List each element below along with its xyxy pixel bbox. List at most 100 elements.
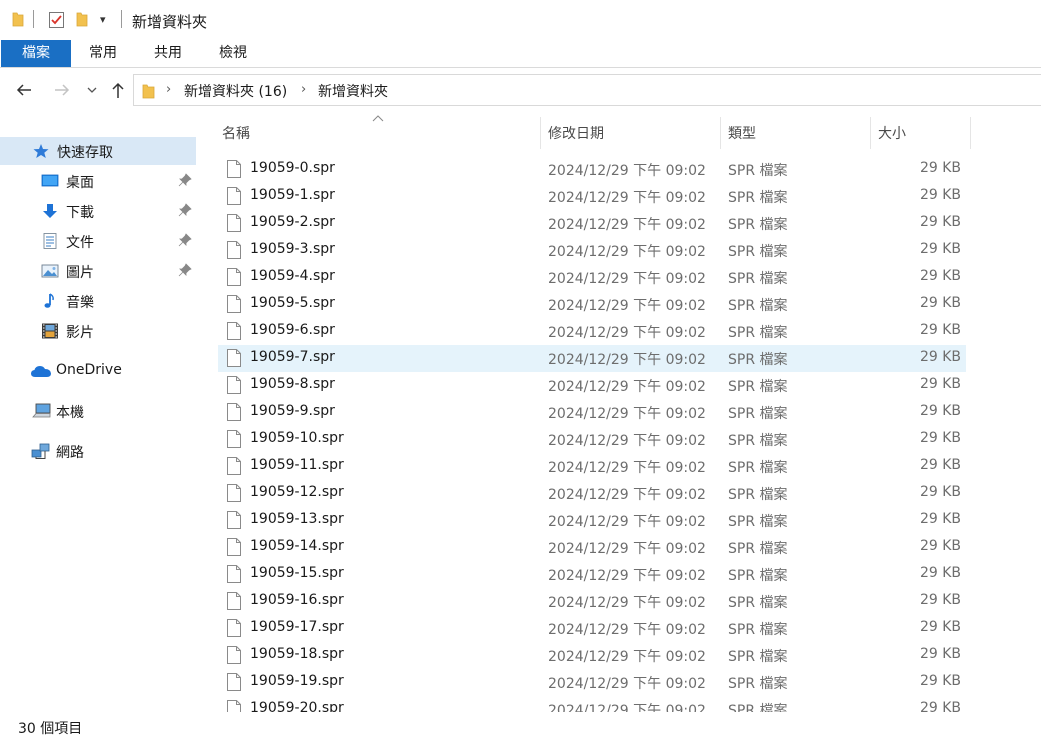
- file-icon: [227, 457, 241, 475]
- pin-icon[interactable]: [178, 203, 192, 217]
- file-date: 2024/12/29 下午 09:02: [548, 595, 706, 611]
- file-row[interactable]: 19059-20.spr 2024/12/29 下午 09:02 SPR 檔案 29 …: [218, 696, 966, 712]
- file-row[interactable]: 19059-18.spr 2024/12/29 下午 09:02 SPR 檔案 29 …: [218, 642, 966, 669]
- tab-share[interactable]: 共用: [147, 40, 189, 67]
- file-name: 19059-2.spr: [250, 214, 335, 230]
- file-type: SPR 檔案: [728, 541, 788, 557]
- file-row[interactable]: 19059-8.spr 2024/12/29 下午 09:02 SPR 檔案 29 K…: [218, 372, 966, 399]
- file-name: 19059-6.spr: [250, 322, 335, 338]
- up-arrow-icon[interactable]: [108, 80, 128, 100]
- column-divider[interactable]: [970, 117, 971, 149]
- sidebar-item-quick-access[interactable]: 快速存取: [0, 137, 196, 165]
- file-date: 2024/12/29 下午 09:02: [548, 514, 706, 530]
- column-header-size[interactable]: 大小: [878, 117, 970, 149]
- column-header-type[interactable]: 類型: [728, 117, 870, 149]
- tab-file[interactable]: 檔案: [1, 40, 71, 67]
- properties-icon[interactable]: [48, 10, 65, 29]
- file-date: 2024/12/29 下午 09:02: [548, 676, 706, 692]
- tab-view[interactable]: 檢視: [212, 40, 254, 67]
- file-type: SPR 檔案: [728, 649, 788, 665]
- recent-locations-chevron-icon[interactable]: [85, 80, 99, 100]
- file-size: 29 KB: [919, 619, 961, 635]
- file-name: 19059-14.spr: [250, 538, 344, 554]
- desktop-icon: [41, 174, 59, 187]
- file-row[interactable]: 19059-10.spr 2024/12/29 下午 09:02 SPR 檔案 29 …: [218, 426, 966, 453]
- file-name: 19059-20.spr: [250, 700, 344, 712]
- back-arrow-icon[interactable]: [14, 80, 34, 100]
- file-date: 2024/12/29 下午 09:02: [548, 487, 706, 503]
- pin-icon[interactable]: [178, 173, 192, 187]
- pin-icon[interactable]: [178, 263, 192, 277]
- sidebar-item-this-pc[interactable]: 本機: [0, 397, 196, 425]
- file-row[interactable]: 19059-15.spr 2024/12/29 下午 09:02 SPR 檔案 29 …: [218, 561, 966, 588]
- file-name: 19059-16.spr: [250, 592, 344, 608]
- pin-icon[interactable]: [178, 233, 192, 247]
- file-row[interactable]: 19059-5.spr 2024/12/29 下午 09:02 SPR 檔案 29 K…: [218, 291, 966, 318]
- file-row[interactable]: 19059-0.spr 2024/12/29 下午 09:02 SPR 檔案 29 K…: [218, 156, 966, 183]
- window-title: 新增資料夾: [132, 13, 208, 31]
- file-row[interactable]: 19059-19.spr 2024/12/29 下午 09:02 SPR 檔案 29 …: [218, 669, 966, 696]
- file-row[interactable]: 19059-6.spr 2024/12/29 下午 09:02 SPR 檔案 29 K…: [218, 318, 966, 345]
- file-type: SPR 檔案: [728, 244, 788, 260]
- file-row[interactable]: 19059-7.spr 2024/12/29 下午 09:02 SPR 檔案 29 K…: [218, 345, 966, 372]
- column-header-name[interactable]: 名稱: [222, 117, 540, 149]
- file-row[interactable]: 19059-3.spr 2024/12/29 下午 09:02 SPR 檔案 29 K…: [218, 237, 966, 264]
- file-size: 29 KB: [919, 268, 961, 284]
- file-row[interactable]: 19059-16.spr 2024/12/29 下午 09:02 SPR 檔案 29 …: [218, 588, 966, 615]
- file-row[interactable]: 19059-1.spr 2024/12/29 下午 09:02 SPR 檔案 29 K…: [218, 183, 966, 210]
- file-date: 2024/12/29 下午 09:02: [548, 649, 706, 665]
- sidebar-item-music[interactable]: 音樂: [0, 287, 196, 315]
- breadcrumb-chevron-icon[interactable]: ›: [166, 82, 171, 97]
- file-size: 29 KB: [919, 457, 961, 473]
- file-row[interactable]: 19059-11.spr 2024/12/29 下午 09:02 SPR 檔案 29 …: [218, 453, 966, 480]
- sidebar-item-documents[interactable]: 文件: [0, 227, 196, 255]
- file-type: SPR 檔案: [728, 514, 788, 530]
- sidebar-item-videos[interactable]: 影片: [0, 317, 196, 345]
- sidebar-item-network[interactable]: 網路: [0, 437, 196, 465]
- file-row[interactable]: 19059-13.spr 2024/12/29 下午 09:02 SPR 檔案 29 …: [218, 507, 966, 534]
- breadcrumb-chevron-icon[interactable]: ›: [301, 82, 306, 97]
- breadcrumb-item[interactable]: 新增資料夾 (16): [184, 81, 287, 101]
- file-icon: [227, 619, 241, 637]
- file-row[interactable]: 19059-4.spr 2024/12/29 下午 09:02 SPR 檔案 29 K…: [218, 264, 966, 291]
- file-row[interactable]: 19059-9.spr 2024/12/29 下午 09:02 SPR 檔案 29 K…: [218, 399, 966, 426]
- column-divider[interactable]: [870, 117, 871, 149]
- file-row[interactable]: 19059-14.spr 2024/12/29 下午 09:02 SPR 檔案 29 …: [218, 534, 966, 561]
- file-name: 19059-18.spr: [250, 646, 344, 662]
- navigation-bar: › 新增資料夾 (16) › 新增資料夾: [0, 68, 1041, 112]
- sidebar-item-pictures[interactable]: 圖片: [0, 257, 196, 285]
- sidebar-item-downloads[interactable]: 下載: [0, 197, 196, 225]
- new-folder-icon[interactable]: [76, 11, 88, 27]
- file-size: 29 KB: [919, 349, 961, 365]
- sidebar-item-label: 音樂: [66, 295, 94, 311]
- tab-home[interactable]: 常用: [82, 40, 124, 67]
- navigation-pane: 快速存取 桌面 下載 文件 圖片 音樂 影片 OneDrive 本機 網路: [0, 112, 200, 712]
- sidebar-item-onedrive[interactable]: OneDrive: [0, 357, 196, 385]
- file-size: 29 KB: [919, 214, 961, 230]
- file-row[interactable]: 19059-17.spr 2024/12/29 下午 09:02 SPR 檔案 29 …: [218, 615, 966, 642]
- file-date: 2024/12/29 下午 09:02: [548, 325, 706, 341]
- forward-arrow-icon[interactable]: [52, 80, 72, 100]
- file-type: SPR 檔案: [728, 460, 788, 476]
- sidebar-item-desktop[interactable]: 桌面: [0, 167, 196, 195]
- file-row[interactable]: 19059-12.spr 2024/12/29 下午 09:02 SPR 檔案 29 …: [218, 480, 966, 507]
- file-date: 2024/12/29 下午 09:02: [548, 217, 706, 233]
- file-icon: [227, 241, 241, 259]
- file-name: 19059-7.spr: [250, 349, 335, 365]
- file-size: 29 KB: [919, 673, 961, 689]
- address-bar[interactable]: › 新增資料夾 (16) › 新增資料夾: [133, 74, 1041, 106]
- column-divider[interactable]: [720, 117, 721, 149]
- file-date: 2024/12/29 下午 09:02: [548, 703, 706, 712]
- file-row[interactable]: 19059-2.spr 2024/12/29 下午 09:02 SPR 檔案 29 K…: [218, 210, 966, 237]
- breadcrumb-item[interactable]: 新增資料夾: [318, 81, 388, 101]
- customize-quick-access-dropdown-icon[interactable]: ▾: [100, 13, 106, 26]
- column-divider[interactable]: [540, 117, 541, 149]
- cloud-icon: [31, 366, 51, 377]
- column-header-date[interactable]: 修改日期: [548, 117, 720, 149]
- folder-icon[interactable]: [12, 11, 24, 27]
- file-icon: [227, 700, 241, 712]
- file-type: SPR 檔案: [728, 595, 788, 611]
- sidebar-item-label: 圖片: [66, 265, 94, 281]
- file-name: 19059-3.spr: [250, 241, 335, 257]
- file-icon: [227, 592, 241, 610]
